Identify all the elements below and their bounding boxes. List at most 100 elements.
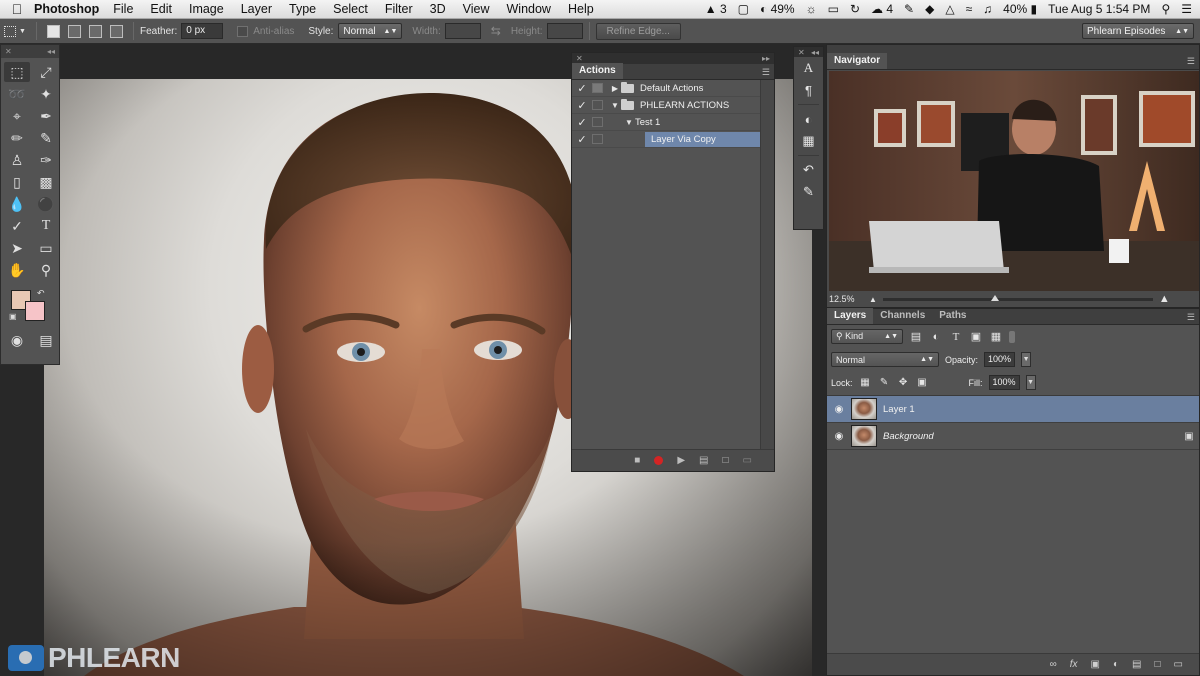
crop-tool-icon[interactable]: ⌖	[4, 106, 30, 126]
expand-triangle-icon[interactable]: ▶	[609, 84, 621, 93]
panel-menu-icon[interactable]: ☰	[762, 67, 770, 78]
action-set-row[interactable]: ✓ ▶ Default Actions	[572, 80, 760, 97]
close-icon[interactable]: ✕	[576, 54, 583, 63]
dialog-toggle-icon[interactable]	[592, 100, 603, 110]
creative-cloud-status[interactable]: ☁ 4	[871, 2, 893, 16]
tab-actions[interactable]: Actions	[572, 63, 623, 79]
action-row[interactable]: ✓ ▼ Test 1	[572, 114, 760, 131]
expand-icon[interactable]: ◂◂	[811, 48, 819, 57]
new-selection-icon[interactable]	[47, 24, 60, 38]
lock-image-icon[interactable]: ✎	[878, 377, 891, 388]
app-menu[interactable]: Photoshop	[34, 2, 99, 16]
action-set-row[interactable]: ✓ ▼ PHLEARN ACTIONS	[572, 97, 760, 114]
tab-paths[interactable]: Paths	[932, 308, 973, 324]
intersect-selection-icon[interactable]	[110, 24, 123, 38]
filter-shape-icon[interactable]: ▣	[969, 330, 983, 343]
close-icon[interactable]: ✕	[798, 48, 805, 57]
clock[interactable]: Tue Aug 5 1:54 PM	[1048, 2, 1150, 16]
tab-channels[interactable]: Channels	[873, 308, 932, 324]
lock-transparent-icon[interactable]: ▦	[859, 377, 872, 388]
battery-small-status[interactable]: ◐ 49%	[760, 2, 795, 16]
paragraph-panel-icon[interactable]: ¶	[794, 79, 823, 101]
panel-menu-icon[interactable]: ☰	[1187, 312, 1195, 323]
dodge-tool-icon[interactable]: ⚫	[33, 194, 59, 214]
menu-file[interactable]: File	[113, 2, 133, 16]
pen-tool-icon[interactable]: ✓	[4, 216, 30, 236]
notification-center-icon[interactable]: ☰	[1181, 2, 1192, 16]
layer-row[interactable]: ◉ Background ▣	[827, 423, 1199, 450]
default-colors-icon[interactable]: ▣	[9, 312, 17, 321]
fill-dropdown-icon[interactable]: ▼	[1025, 375, 1036, 390]
dialog-toggle-icon[interactable]	[592, 117, 603, 127]
brush-presets-panel-icon[interactable]: ✎	[794, 181, 823, 203]
battery-status[interactable]: 40% ▮	[1003, 2, 1037, 16]
brush-tool-icon[interactable]: ✎	[33, 128, 59, 148]
swap-colors-icon[interactable]: ↶	[37, 288, 45, 299]
strip-titlebar[interactable]: ✕ ◂◂	[794, 47, 823, 57]
fill-input[interactable]: 100%	[988, 375, 1020, 390]
menu-window[interactable]: Window	[507, 2, 551, 16]
toggle-checkmark-icon[interactable]: ✓	[572, 133, 592, 146]
opacity-input[interactable]: 100%	[984, 352, 1016, 367]
stop-icon[interactable]: ■	[634, 455, 640, 466]
sync-icon[interactable]: ↻	[850, 2, 860, 16]
menu-view[interactable]: View	[463, 2, 490, 16]
filter-kind-select[interactable]: ⚲ Kind ▲▼	[831, 329, 903, 344]
dialog-toggle-icon[interactable]	[592, 83, 603, 93]
trash-icon[interactable]: ▭	[743, 455, 752, 466]
layer-style-icon[interactable]: fx	[1070, 659, 1078, 670]
zoom-tool-icon[interactable]: ⚲	[33, 260, 59, 280]
new-layer-icon[interactable]: □	[1155, 659, 1161, 670]
eraser-tool-icon[interactable]: ▯	[4, 172, 30, 192]
layer-row[interactable]: ◉ Layer 1	[827, 396, 1199, 423]
panel-menu-icon[interactable]: ☰	[1187, 56, 1195, 67]
display-icon[interactable]: ▭	[828, 2, 839, 16]
navigator-preview[interactable]	[829, 71, 1199, 293]
menu-type[interactable]: Type	[289, 2, 316, 16]
swap-icon[interactable]: ⇆	[491, 24, 501, 38]
move-tool-icon[interactable]: ⤢	[33, 62, 59, 82]
zoom-slider-thumb[interactable]	[990, 294, 999, 301]
collapse-triangle-icon[interactable]: ▼	[609, 101, 621, 110]
zoom-in-icon[interactable]: ▲	[1159, 293, 1170, 305]
eye-icon[interactable]: ◉	[827, 431, 851, 442]
tab-layers[interactable]: Layers	[827, 308, 874, 324]
refine-edge-button[interactable]: Refine Edge...	[595, 22, 681, 40]
new-adjustment-layer-icon[interactable]: ◐	[1113, 659, 1119, 670]
new-group-icon[interactable]: ▤	[1132, 659, 1141, 670]
lasso-tool-icon[interactable]: ➿	[4, 84, 30, 104]
workspace-switcher[interactable]: Phlearn Episodes ▲▼	[1082, 23, 1194, 39]
link-layers-icon[interactable]: ∞	[1050, 659, 1057, 670]
adjustments-panel-icon[interactable]: ◐	[794, 108, 823, 130]
adobe-status[interactable]: ▲ 3	[705, 2, 727, 16]
hand-tool-icon[interactable]: ✋	[4, 260, 30, 280]
action-step-row[interactable]: ✓ Layer Via Copy	[572, 131, 760, 148]
path-selection-tool-icon[interactable]: ➤	[4, 238, 30, 258]
character-panel-icon[interactable]: A	[794, 57, 823, 79]
tab-navigator[interactable]: Navigator	[827, 53, 888, 69]
toggle-checkmark-icon[interactable]: ✓	[572, 99, 592, 112]
zoom-percent[interactable]: 12.5%	[829, 294, 869, 304]
history-brush-tool-icon[interactable]: ✑	[33, 150, 59, 170]
anti-alias-checkbox[interactable]	[237, 25, 249, 37]
marquee-tool-icon[interactable]: ⬚	[4, 62, 30, 82]
add-mask-icon[interactable]: ▣	[1091, 659, 1100, 670]
lock-position-icon[interactable]: ✥	[897, 377, 910, 388]
filter-type-icon[interactable]: T	[949, 331, 963, 343]
eye-icon[interactable]: ◉	[827, 404, 851, 415]
screen-mode-icon[interactable]: ▤	[33, 330, 59, 350]
background-color-swatch[interactable]	[25, 301, 45, 321]
new-set-folder-icon[interactable]: ▤	[699, 455, 708, 466]
close-icon[interactable]: ✕	[5, 47, 12, 56]
styles-panel-icon[interactable]: ▦	[794, 130, 823, 152]
apple-menu-icon[interactable]: 	[0, 1, 34, 17]
history-panel-icon[interactable]: ↶	[794, 159, 823, 181]
filter-smart-object-icon[interactable]: ▦	[989, 330, 1003, 343]
lock-all-icon[interactable]: ▣	[916, 377, 929, 388]
evernote-icon[interactable]: ✎	[904, 2, 914, 16]
height-input[interactable]	[546, 23, 583, 39]
menu-3d[interactable]: 3D	[430, 2, 446, 16]
menu-filter[interactable]: Filter	[385, 2, 413, 16]
style-select[interactable]: Normal ▲▼	[338, 23, 403, 39]
gradient-tool-icon[interactable]: ▩	[33, 172, 59, 192]
